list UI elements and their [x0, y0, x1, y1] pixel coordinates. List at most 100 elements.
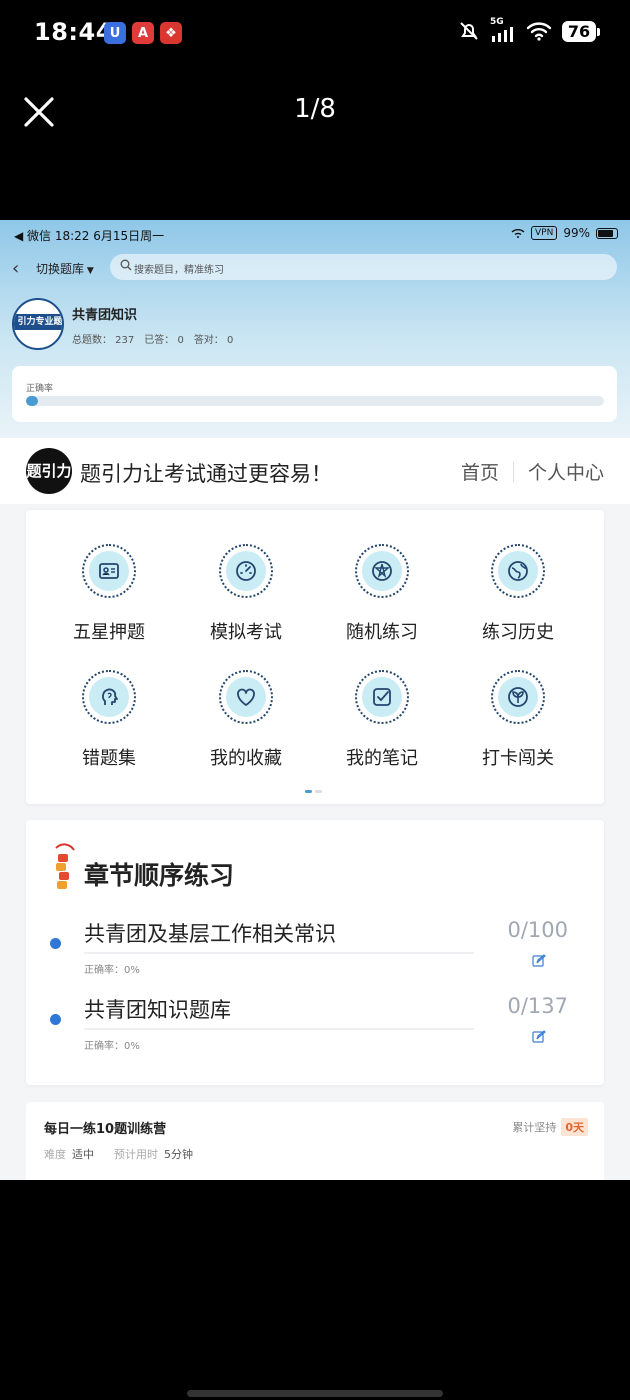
feature-label: 随机练习 — [346, 622, 418, 643]
search-icon — [120, 259, 132, 271]
feature-label: 打卡闯关 — [482, 748, 554, 769]
page-indicator — [305, 790, 322, 793]
home-link[interactable]: 首页 — [461, 458, 499, 485]
chapter-progress: 0/137 — [507, 994, 568, 1018]
daily-practice-card[interactable]: 每日一练10题训练营 累计坚持 0天 难度 适中 预计用时 5分钟 — [26, 1102, 604, 1180]
feature-label: 练习历史 — [482, 622, 554, 643]
brand-slogan: 题引力让考试通过更容易！ — [80, 462, 332, 486]
chapter-practice-card: 章节顺序练习 共青团及基层工作相关常识 正确率：0% 0/100 共青团知识题库… — [26, 820, 604, 1085]
stat-total: 总题数： 237 — [72, 335, 135, 346]
red-triangle-app-icon: A — [132, 22, 154, 44]
blue-app-icon: U — [104, 22, 126, 44]
mute-bell-icon — [460, 22, 478, 40]
inner-status-bar: ◀ 微信 18:22 6月15日周一 VPN 99% — [0, 220, 630, 248]
search-input[interactable]: 搜索题目，精准练习 — [110, 254, 617, 280]
chapter-bullet — [50, 938, 61, 949]
streak-label: 累计坚持 — [512, 1121, 557, 1134]
feature-label: 五星押题 — [73, 622, 145, 643]
status-app-icons: U A ❖ — [104, 22, 182, 44]
stat-correct: 答对： 0 — [193, 335, 234, 346]
bank-logo-text: 引力专业题 — [14, 314, 62, 330]
feature-mock-exam[interactable]: 模拟考试 — [179, 536, 313, 646]
signal-icon: 5G — [490, 17, 516, 42]
note-check-icon — [362, 677, 402, 717]
screenshot-image: ◀ 微信 18:22 6月15日周一 VPN 99% ‹ 切换题库 ▼ 搜索题目… — [0, 220, 630, 1180]
stat-answered: 已答： 0 — [144, 335, 184, 346]
red-pattern-app-icon: ❖ — [160, 22, 182, 44]
leaf-badge-icon — [498, 677, 538, 717]
chapter-name: 共青团知识题库 — [84, 998, 231, 1022]
image-counter: 1/8 — [294, 94, 336, 124]
feature-label: 错题集 — [82, 748, 136, 769]
chapter-row[interactable]: 共青团及基层工作相关常识 正确率：0% 0/100 — [26, 918, 604, 988]
history-globe-icon — [498, 551, 538, 591]
head-icon — [89, 677, 129, 717]
feature-grid: 五星押题 模拟考试 随机练习 练习历史 错题集 我的收藏 我的笔记 打卡闯关 — [26, 510, 604, 804]
inner-status-right: VPN 99% — [511, 226, 618, 240]
accuracy-card: 正确率 — [12, 366, 617, 422]
chapter-progress: 0/100 — [507, 918, 568, 942]
time-value: 5分钟 — [164, 1148, 193, 1161]
inner-battery-icon — [596, 227, 618, 239]
brand-bar: 题引力 题引力让考试通过更容易！ 首页 个人中心 — [0, 438, 630, 504]
accuracy-progress-fill — [26, 396, 38, 406]
gauge-icon — [226, 551, 266, 591]
accuracy-label: 正确率 — [26, 384, 54, 394]
phone-status-bar: 18:44 U A ❖ 5G 76 — [0, 0, 630, 70]
brand-links: 首页 个人中心 — [461, 458, 604, 485]
firecracker-icon — [55, 843, 75, 889]
bank-logo: 引力专业题 — [12, 298, 64, 350]
chapter-name: 共青团及基层工作相关常识 — [84, 922, 336, 946]
chapter-accuracy: 正确率：0% — [84, 1041, 140, 1052]
feature-label: 我的笔记 — [346, 748, 418, 769]
chapter-accuracy: 正确率：0% — [84, 965, 140, 976]
feature-check-in[interactable]: 打卡闯关 — [451, 662, 585, 772]
bank-header: ◀ 微信 18:22 6月15日周一 VPN 99% ‹ 切换题库 ▼ 搜索题目… — [0, 220, 630, 438]
difficulty-label: 难度 — [44, 1148, 66, 1161]
status-right-icons: 5G 76 — [458, 17, 600, 42]
inner-status-left: ◀ 微信 18:22 6月15日周一 — [14, 229, 165, 243]
chapter-bullet — [50, 1014, 61, 1025]
daily-title: 每日一练10题训练营 — [44, 1122, 167, 1137]
daily-meta: 难度 适中 预计用时 5分钟 — [44, 1146, 207, 1162]
feature-random-practice[interactable]: 随机练习 — [315, 536, 449, 646]
home-indicator[interactable] — [187, 1390, 443, 1397]
search-placeholder: 搜索题目，精准练习 — [134, 265, 224, 276]
feature-label: 模拟考试 — [210, 622, 282, 643]
feature-favorites[interactable]: 我的收藏 — [179, 662, 313, 772]
heart-icon — [226, 677, 266, 717]
random-icon — [362, 551, 402, 591]
time-label: 预计用时 — [114, 1148, 158, 1161]
bank-name: 共青团知识 — [72, 308, 138, 323]
link-divider — [512, 461, 514, 482]
bank-stats: 总题数： 237 已答： 0 答对： 0 — [72, 331, 233, 346]
back-arrow-icon[interactable]: ‹ — [12, 258, 19, 279]
page-dot-active — [305, 790, 312, 793]
switch-bank-label: 切换题库 — [36, 262, 85, 276]
nav-row: ‹ 切换题库 ▼ 搜索题目，精准练习 — [0, 254, 630, 282]
status-time: 18:44 — [34, 18, 113, 46]
dropdown-caret-icon: ▼ — [84, 266, 94, 276]
edit-icon[interactable] — [532, 954, 546, 968]
page-dot — [315, 790, 322, 793]
inner-battery-text: 99% — [563, 226, 590, 240]
feature-label: 我的收藏 — [210, 748, 282, 769]
battery-level: 76 — [562, 20, 600, 42]
user-center-link[interactable]: 个人中心 — [528, 458, 604, 485]
wifi-icon — [526, 22, 552, 41]
edit-icon[interactable] — [532, 1030, 546, 1044]
streak-info: 累计坚持 0天 — [512, 1118, 588, 1136]
feature-wrong-set[interactable]: 错题集 — [42, 662, 176, 772]
streak-badge: 0天 — [561, 1118, 588, 1136]
difficulty-value: 适中 — [72, 1148, 94, 1161]
inner-wifi-icon — [511, 229, 525, 238]
id-card-icon — [89, 551, 129, 591]
feature-history[interactable]: 练习历史 — [451, 536, 585, 646]
accuracy-progress-bar — [26, 396, 604, 406]
feature-notes[interactable]: 我的笔记 — [315, 662, 449, 772]
switch-bank-button[interactable]: 切换题库 ▼ — [36, 260, 94, 277]
chapter-row[interactable]: 共青团知识题库 正确率：0% 0/137 — [26, 994, 604, 1064]
vpn-badge: VPN — [531, 226, 558, 240]
feature-five-star[interactable]: 五星押题 — [42, 536, 176, 646]
chapter-title: 章节顺序练习 — [84, 861, 235, 890]
